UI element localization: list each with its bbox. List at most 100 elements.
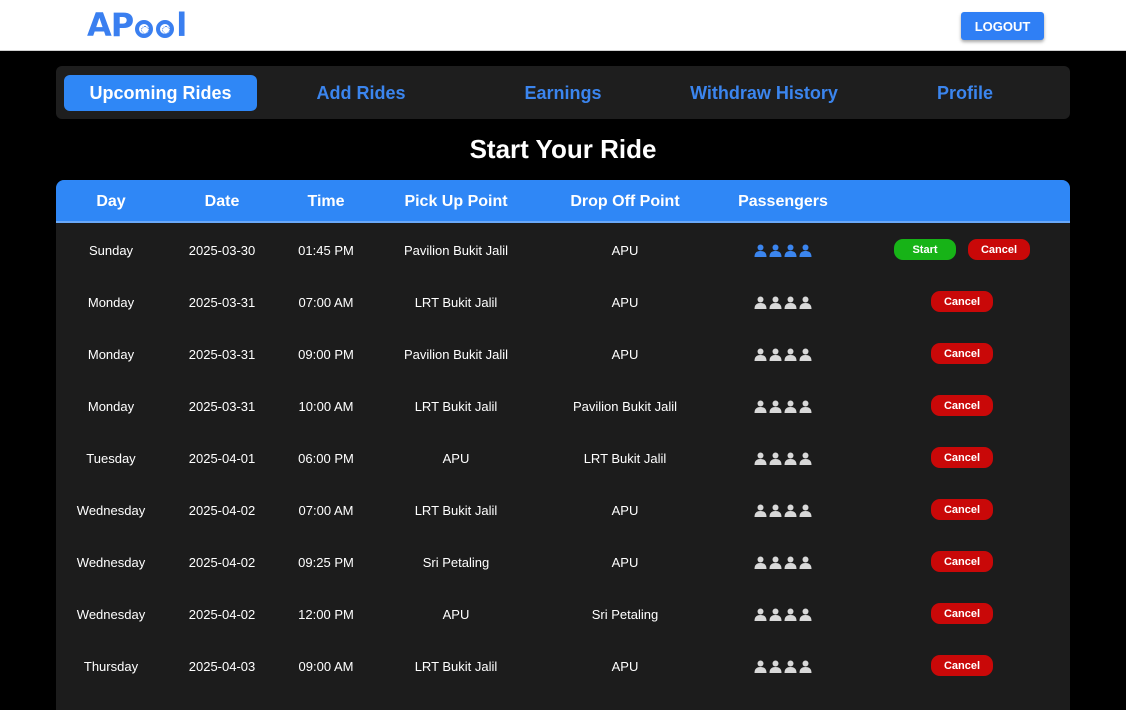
cell-day: Monday (87, 398, 135, 414)
tab-earnings[interactable]: Earnings (466, 75, 660, 111)
person-icon (769, 296, 782, 309)
cell-pickup-point: LRT Bukit Jalil (414, 398, 498, 414)
column-header-passengers: Passengers (738, 192, 828, 210)
person-icon (799, 452, 812, 465)
cell-date: 2025-03-31 (188, 294, 256, 310)
passenger-seats (712, 380, 854, 432)
column-header-dropoff: Drop Off Point (570, 192, 680, 210)
cell-pickup-point: Sri Petaling (422, 554, 490, 570)
cell-dropoff-point: APU (611, 502, 639, 518)
cell-pickup-point: APU (442, 606, 470, 622)
cancel-ride-button[interactable]: Cancel (931, 603, 993, 624)
cell-time: 09:00 AM (298, 658, 354, 674)
cell-time: 01:45 PM (298, 242, 354, 258)
person-icon (784, 504, 797, 517)
cell-time: 06:00 PM (298, 450, 354, 466)
person-icon (799, 660, 812, 673)
cancel-ride-button[interactable]: Cancel (931, 551, 993, 572)
cell-date: 2025-03-31 (188, 398, 256, 414)
person-icon (784, 608, 797, 621)
table-row: Wednesday 2025-04-02 12:00 PM APU Sri Petali… (56, 588, 1070, 640)
nav-bar: Upcoming Rides Add Rides Earnings Withdr… (56, 66, 1070, 119)
tab-withdraw-history[interactable]: Withdraw History (668, 75, 860, 111)
start-ride-button[interactable]: Start (894, 239, 956, 260)
passenger-seats (712, 536, 854, 588)
cancel-ride-button[interactable]: Cancel (931, 343, 993, 364)
passenger-seats (712, 432, 854, 484)
table-row: Monday 2025-03-31 07:00 AM LRT Bukit Jalil A… (56, 276, 1070, 328)
top-bar: A P l LOGOUT (0, 0, 1126, 51)
tab-profile[interactable]: Profile (868, 75, 1062, 111)
column-header-time: Time (307, 192, 345, 210)
cell-day: Thursday (83, 658, 139, 674)
cell-time: 12:00 PM (298, 606, 354, 622)
passenger-seats (712, 588, 854, 640)
person-icon (799, 504, 812, 517)
table-row: Wednesday 2025-04-02 09:25 PM Sri Petaling A… (56, 536, 1070, 588)
cell-dropoff-point: APU (611, 346, 639, 362)
person-icon (799, 608, 812, 621)
person-icon (784, 400, 797, 413)
passenger-seats (712, 484, 854, 536)
table-row: Tuesday 2025-04-01 06:00 PM APU LRT Bukit Ja… (56, 432, 1070, 484)
cell-time: 09:25 PM (298, 554, 354, 570)
person-icon (784, 348, 797, 361)
tab-upcoming-rides[interactable]: Upcoming Rides (64, 75, 257, 111)
person-icon (754, 504, 767, 517)
person-icon (754, 244, 767, 257)
cancel-ride-button[interactable]: Cancel (931, 655, 993, 676)
passenger-seats (712, 276, 854, 328)
cancel-ride-button[interactable]: Cancel (931, 447, 993, 468)
tab-add-rides[interactable]: Add Rides (266, 75, 456, 111)
person-icon (769, 400, 782, 413)
cell-dropoff-point: APU (611, 242, 639, 258)
cell-time: 10:00 AM (298, 398, 354, 414)
cell-date: 2025-03-31 (188, 346, 256, 362)
cancel-ride-button[interactable]: Cancel (968, 239, 1030, 260)
rides-table: Day Date Time Pick Up Point Drop Off Poi… (56, 180, 1070, 710)
cell-day: Wednesday (76, 502, 146, 518)
person-icon (769, 244, 782, 257)
person-icon (754, 348, 767, 361)
cell-date: 2025-04-03 (188, 658, 256, 674)
logout-button[interactable]: LOGOUT (961, 12, 1044, 40)
person-icon (769, 608, 782, 621)
cell-pickup-point: Pavilion Bukit Jalil (403, 346, 509, 362)
cancel-ride-button[interactable]: Cancel (931, 499, 993, 520)
cell-dropoff-point: APU (611, 658, 639, 674)
column-header-day: Day (96, 192, 126, 210)
apool-logo[interactable]: A P l (87, 6, 188, 44)
cell-dropoff-point: Sri Petaling (591, 606, 659, 622)
cell-date: 2025-04-02 (188, 502, 256, 518)
table-row: Thursday 2025-04-03 09:00 AM LRT Bukit Jali… (56, 640, 1070, 692)
person-icon (769, 348, 782, 361)
cell-dropoff-point: APU (611, 554, 639, 570)
passenger-seats (712, 224, 854, 276)
person-icon (754, 400, 767, 413)
cancel-ride-button[interactable]: Cancel (931, 291, 993, 312)
cell-day: Tuesday (86, 450, 136, 466)
cell-date: 2025-04-02 (188, 606, 256, 622)
person-icon (799, 556, 812, 569)
cell-time: 09:00 PM (298, 346, 354, 362)
logo-letter-l: l (176, 6, 188, 44)
cell-pickup-point: APU (442, 450, 470, 466)
column-header-date: Date (204, 192, 240, 210)
cell-date: 2025-04-01 (188, 450, 256, 466)
person-icon (754, 608, 767, 621)
person-icon (754, 556, 767, 569)
column-header-actions (854, 180, 1070, 223)
logo-letter-p: P (110, 6, 134, 44)
cell-time: 07:00 AM (298, 294, 354, 310)
cancel-ride-button[interactable]: Cancel (931, 395, 993, 416)
cell-day: Wednesday (76, 554, 146, 570)
person-icon (754, 660, 767, 673)
cell-dropoff-point: Pavilion Bukit Jalil (572, 398, 678, 414)
cell-day: Monday (87, 346, 135, 362)
column-header-pickup: Pick Up Point (404, 192, 508, 210)
person-icon (799, 296, 812, 309)
cell-pickup-point: LRT Bukit Jalil (414, 502, 498, 518)
person-icon (784, 296, 797, 309)
cell-pickup-point: Pavilion Bukit Jalil (403, 242, 509, 258)
person-icon (784, 244, 797, 257)
